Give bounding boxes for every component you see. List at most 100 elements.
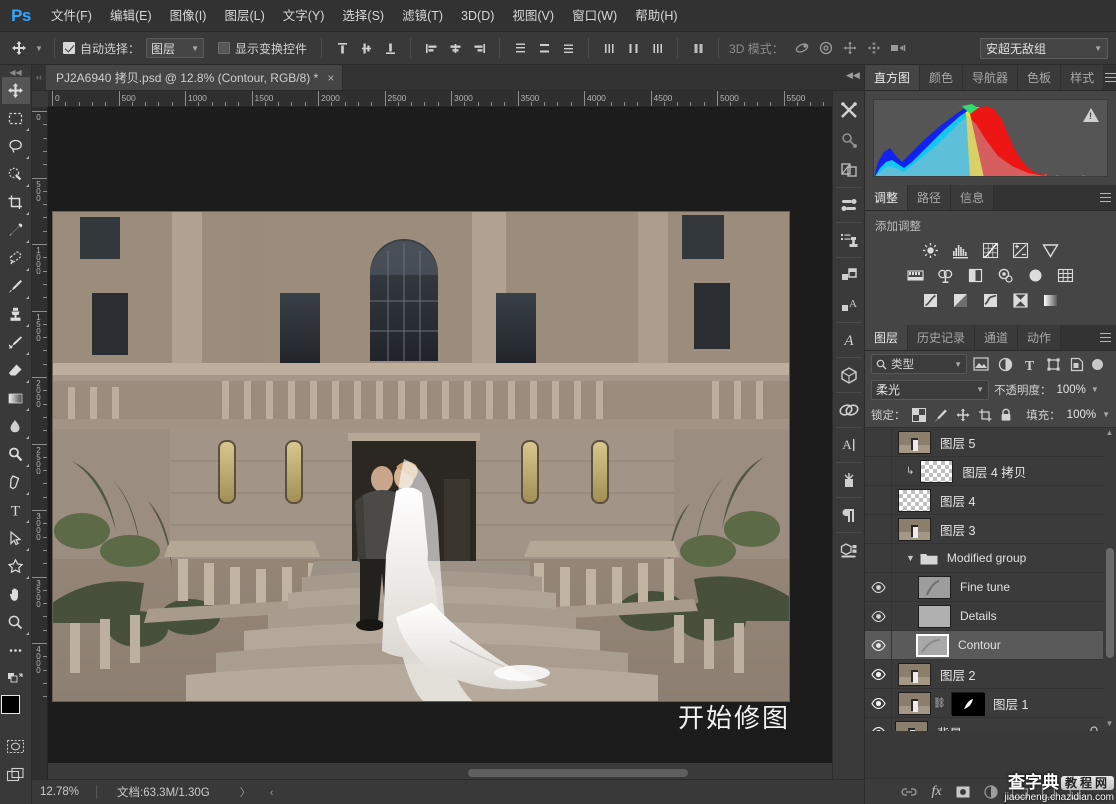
- scroll-down-icon[interactable]: ▼: [1103, 719, 1116, 731]
- layer-visibility-toggle[interactable]: [865, 428, 891, 457]
- actions-link-icon[interactable]: [834, 395, 864, 425]
- paragraph-icon[interactable]: [834, 500, 864, 530]
- scroll-up-icon[interactable]: ▲: [1103, 428, 1116, 441]
- table-row[interactable]: 图层 2: [865, 659, 1116, 689]
- layer-name[interactable]: 图层 3: [940, 520, 975, 539]
- rotate-3d-object-icon[interactable]: [790, 36, 814, 60]
- lock-artboard-icon[interactable]: [977, 406, 993, 423]
- type-filter-icon[interactable]: T: [1019, 355, 1039, 373]
- vertical-ruler[interactable]: 0 500 1000 1500 2000 2500 3000 3500 4000: [32, 107, 48, 779]
- scroll-thumb[interactable]: [468, 769, 688, 777]
- table-row[interactable]: ↳ 图层 4 拷贝: [865, 456, 1116, 486]
- tab-info[interactable]: 信息: [951, 185, 995, 210]
- layer-thumbnail[interactable]: [895, 720, 928, 731]
- table-row[interactable]: ⛓ 图层 1: [865, 688, 1116, 718]
- layer-name[interactable]: Details: [960, 609, 997, 623]
- align-vertical-centers-button[interactable]: [354, 36, 378, 60]
- custom-shape-tool[interactable]: [2, 553, 30, 580]
- layer-name[interactable]: 图层 4: [940, 491, 975, 510]
- eyedropper-tool[interactable]: [2, 217, 30, 244]
- brightness-contrast-icon[interactable]: [921, 241, 941, 259]
- layer-name[interactable]: 图层 1: [993, 694, 1028, 713]
- crop-tool[interactable]: [2, 189, 30, 216]
- layer-mask-thumbnail[interactable]: [951, 691, 985, 716]
- table-row[interactable]: Fine tune: [865, 572, 1116, 602]
- link-layers-icon[interactable]: [901, 786, 918, 798]
- distribute-vertical-centers-button[interactable]: [532, 36, 556, 60]
- layer-thumbnail[interactable]: [918, 575, 951, 599]
- zoom-level[interactable]: 12.78%: [32, 786, 96, 798]
- layer-visibility-toggle[interactable]: [865, 689, 891, 718]
- group-expand-chevron-icon[interactable]: ▼: [906, 553, 915, 563]
- table-row[interactable]: 图层 4: [865, 485, 1116, 515]
- pen-tool[interactable]: [2, 469, 30, 496]
- gradient-map-icon[interactable]: [1041, 291, 1061, 309]
- layer-thumbnail[interactable]: [898, 488, 931, 512]
- layer-visibility-toggle[interactable]: [865, 515, 891, 544]
- tab-paths[interactable]: 路径: [908, 185, 952, 210]
- layer-name[interactable]: 图层 2: [940, 665, 975, 684]
- distribute-right-edges-button[interactable]: [645, 36, 669, 60]
- shape-filter-icon[interactable]: [1043, 355, 1063, 373]
- tab-layers[interactable]: 图层: [865, 325, 909, 350]
- tool-preset-chevron-icon[interactable]: ▼: [32, 44, 46, 53]
- add-layer-mask-icon[interactable]: [956, 786, 970, 798]
- lock-transparent-pixels-icon[interactable]: [912, 406, 928, 423]
- layer-thumbnail[interactable]: [898, 691, 931, 715]
- opacity-chevron-icon[interactable]: ▼: [1091, 385, 1099, 394]
- status-expand-icon[interactable]: 〉 ‹: [240, 784, 282, 800]
- menu-image[interactable]: 图像(I): [161, 0, 216, 32]
- color-swatches[interactable]: [0, 695, 31, 725]
- move-tool[interactable]: [1, 77, 30, 104]
- tab-scroll-icon[interactable]: ‹‹: [32, 64, 46, 90]
- menu-help[interactable]: 帮助(H): [626, 0, 686, 32]
- library-icon[interactable]: [834, 465, 864, 495]
- layer-name[interactable]: 图层 4 拷贝: [962, 462, 1026, 481]
- table-row[interactable]: 图层 3: [865, 514, 1116, 544]
- opacity-value[interactable]: 100%: [1057, 384, 1086, 396]
- menu-3d[interactable]: 3D(D): [452, 0, 503, 32]
- tab-styles[interactable]: 样式: [1061, 65, 1105, 90]
- layer-comps-icon[interactable]: [834, 260, 864, 290]
- lock-image-pixels-icon[interactable]: [933, 406, 949, 423]
- menu-layer[interactable]: 图层(L): [215, 0, 273, 32]
- drag-3d-object-icon[interactable]: [838, 36, 862, 60]
- align-horizontal-centers-button[interactable]: [443, 36, 467, 60]
- layer-style-fx-icon[interactable]: fx: [931, 784, 941, 800]
- tab-channels[interactable]: 通道: [975, 325, 1019, 350]
- layer-thumbnail[interactable]: [918, 604, 951, 628]
- filter-enable-toggle[interactable]: [1091, 354, 1103, 374]
- black-white-icon[interactable]: [966, 266, 986, 284]
- scale-3d-object-icon[interactable]: [886, 36, 910, 60]
- menu-edit[interactable]: 编辑(E): [101, 0, 161, 32]
- color-balance-icon[interactable]: [936, 266, 956, 284]
- 3d-shape-icon[interactable]: [834, 155, 864, 185]
- layer-visibility-toggle[interactable]: [865, 631, 891, 660]
- table-row[interactable]: 图层 5: [865, 428, 1116, 457]
- photo-filter-icon[interactable]: [996, 266, 1016, 284]
- tab-history[interactable]: 历史记录: [908, 325, 976, 350]
- hand-tool[interactable]: [2, 581, 30, 608]
- layer-name[interactable]: 背景: [937, 723, 962, 732]
- panel-menu-icon[interactable]: [1094, 325, 1116, 350]
- layer-visibility-toggle[interactable]: [865, 573, 891, 602]
- scroll-thumb[interactable]: [1106, 548, 1114, 658]
- exposure-icon[interactable]: [1011, 241, 1031, 259]
- posterize-icon[interactable]: [951, 291, 971, 309]
- layer-thumbnail[interactable]: [898, 662, 931, 686]
- channel-mixer-icon[interactable]: [1026, 266, 1046, 284]
- table-row[interactable]: Details: [865, 601, 1116, 631]
- default-colors-icon[interactable]: [2, 665, 30, 692]
- layer-name[interactable]: Contour: [958, 638, 1001, 652]
- color-lookup-icon[interactable]: [1056, 266, 1076, 284]
- align-top-edges-button[interactable]: [330, 36, 354, 60]
- tab-adjustments[interactable]: 调整: [865, 185, 909, 210]
- canvas-horizontal-scrollbar[interactable]: [48, 766, 848, 779]
- layer-thumbnail[interactable]: [898, 517, 931, 541]
- close-icon[interactable]: ×: [327, 71, 334, 85]
- layer-list-scrollbar[interactable]: ▲ ▼: [1103, 428, 1116, 731]
- type-panel-icon[interactable]: A: [834, 430, 864, 460]
- show-transform-controls-checkbox[interactable]: [218, 42, 231, 54]
- horizontal-type-tool[interactable]: T: [2, 497, 30, 524]
- new-adjustment-layer-icon[interactable]: [983, 784, 998, 799]
